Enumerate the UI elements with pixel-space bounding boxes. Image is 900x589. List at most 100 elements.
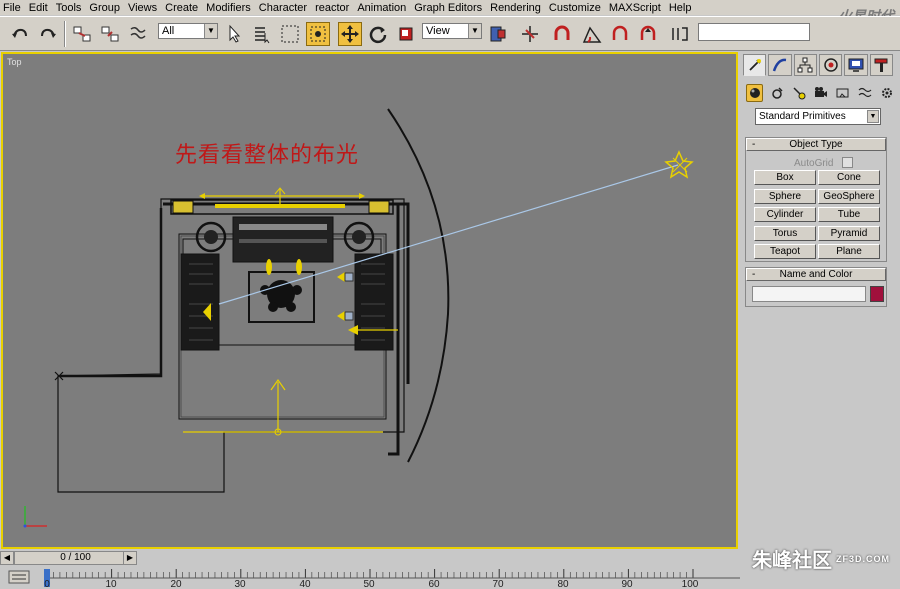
max-app: File Edit Tools Group Views Create Modif… (0, 0, 900, 589)
select-by-name-button[interactable] (250, 22, 274, 46)
edit-named-selection-button[interactable] (668, 22, 692, 46)
menu-character[interactable]: Character (259, 1, 307, 15)
redo-icon (41, 28, 56, 38)
time-slider-next-button[interactable]: ▶ (123, 551, 137, 565)
menu-edit[interactable]: Edit (29, 1, 48, 15)
plane-button[interactable]: Plane (818, 244, 880, 259)
primitive-type-value: Standard Primitives (759, 111, 846, 122)
top-viewport[interactable]: Top 先看看整体的布光 (1, 52, 738, 549)
select-and-rotate-button[interactable] (366, 22, 390, 46)
scene-annotation: 先看看整体的布光 (175, 143, 360, 168)
autogrid-label: AutoGrid (794, 158, 834, 169)
menu-create[interactable]: Create (165, 1, 198, 15)
tab-utilities[interactable] (869, 54, 893, 76)
light-icon (793, 87, 806, 100)
tab-create[interactable] (743, 54, 767, 76)
link-icon (73, 26, 91, 42)
menu-help[interactable]: Help (669, 1, 692, 15)
menu-file[interactable]: File (3, 1, 21, 15)
menu-rendering[interactable]: Rendering (490, 1, 541, 15)
select-object-button[interactable] (222, 22, 246, 46)
cylinder-button[interactable]: Cylinder (754, 207, 816, 222)
select-and-move-button[interactable] (338, 22, 362, 46)
tube-button[interactable]: Tube (818, 207, 880, 222)
list-icon (255, 27, 270, 44)
axis-tripod (23, 506, 47, 528)
move-icon (341, 25, 359, 43)
menu-modifiers[interactable]: Modifiers (206, 1, 251, 15)
select-and-scale-button[interactable] (394, 22, 418, 46)
angle-snap-button[interactable] (580, 22, 604, 46)
trackbar[interactable] (44, 569, 740, 589)
unlink-icon (101, 26, 119, 42)
motion-tab-icon (823, 58, 838, 72)
menu-graph-editors[interactable]: Graph Editors (414, 1, 482, 15)
tick-label: 30 (234, 579, 246, 589)
pivot-center-button[interactable] (486, 22, 510, 46)
spinner-snap-button[interactable] (636, 22, 660, 46)
tick-label: 100 (681, 579, 699, 589)
redo-button[interactable] (36, 22, 60, 46)
select-and-link-button[interactable] (70, 22, 94, 46)
subtab-shapes[interactable] (768, 84, 785, 102)
reference-coord-dropdown[interactable]: View ▼ (422, 23, 482, 39)
name-and-color-header[interactable]: - Name and Color (746, 268, 886, 281)
object-color-swatch[interactable] (870, 286, 884, 302)
bind-space-warp-button[interactable] (126, 22, 150, 46)
menu-customize[interactable]: Customize (549, 1, 601, 15)
unlink-selection-button[interactable] (98, 22, 122, 46)
rectangular-selection-button[interactable] (278, 22, 302, 46)
chevron-down-icon: ▼ (468, 24, 481, 38)
sphere-button[interactable]: Sphere (754, 189, 816, 204)
select-and-manipulate-button[interactable] (518, 22, 542, 46)
geosphere-button[interactable]: GeoSphere (818, 189, 880, 204)
tick-label: 40 (299, 579, 311, 589)
tick-label: 80 (557, 579, 569, 589)
undo-button[interactable] (8, 22, 32, 46)
time-slider[interactable]: 0 / 100 (14, 551, 137, 565)
subtab-space-warps[interactable] (857, 84, 874, 102)
undo-icon (12, 28, 27, 38)
object-type-header[interactable]: - Object Type (746, 138, 886, 151)
snap-toggle-button[interactable] (550, 22, 574, 46)
named-selection-sets-field[interactable] (698, 23, 810, 41)
box-button[interactable]: Box (754, 170, 816, 185)
teapot-button[interactable]: Teapot (754, 244, 816, 259)
shapes-icon (772, 87, 783, 99)
pyramid-button[interactable]: Pyramid (818, 226, 880, 241)
subtab-geometry[interactable] (746, 84, 764, 102)
menu-reactor[interactable]: reactor (315, 1, 349, 15)
menu-group[interactable]: Group (89, 1, 120, 15)
tick-label: 50 (363, 579, 375, 589)
menu-tools[interactable]: Tools (56, 1, 82, 15)
pivot-icon (490, 26, 506, 42)
object-name-field[interactable] (752, 286, 866, 302)
tab-motion[interactable] (818, 54, 843, 76)
menu-animation[interactable]: Animation (357, 1, 406, 15)
torus-button[interactable]: Torus (754, 226, 816, 241)
autogrid-checkbox[interactable] (842, 157, 853, 168)
selection-filter-dropdown[interactable]: All ▼ (158, 23, 218, 39)
command-panel-tabs (743, 54, 893, 76)
menu-maxscript[interactable]: MAXScript (609, 1, 661, 15)
percent-snap-button[interactable] (608, 22, 632, 46)
crossing-icon (310, 26, 326, 42)
subtab-systems[interactable] (879, 84, 896, 102)
time-slider-prev-button[interactable]: ◀ (0, 551, 14, 565)
track-view-icon[interactable] (8, 569, 30, 585)
sphere-icon (749, 88, 760, 98)
menu-views[interactable]: Views (128, 1, 157, 15)
spinner-snap-icon (640, 25, 656, 40)
window-crossing-button[interactable] (306, 22, 330, 46)
subtab-helpers[interactable] (835, 84, 852, 102)
tab-hierarchy[interactable] (793, 54, 817, 76)
percent-snap-icon (612, 25, 628, 40)
primitive-type-dropdown[interactable]: Standard Primitives ▼ (755, 108, 881, 125)
chevron-down-icon: ▼ (204, 24, 217, 38)
tab-modify[interactable] (768, 54, 792, 76)
subtab-cameras[interactable] (812, 84, 829, 102)
cursor-icon (229, 24, 241, 43)
subtab-lights[interactable] (790, 84, 807, 102)
cone-button[interactable]: Cone (818, 170, 880, 185)
tab-display[interactable] (844, 54, 868, 76)
